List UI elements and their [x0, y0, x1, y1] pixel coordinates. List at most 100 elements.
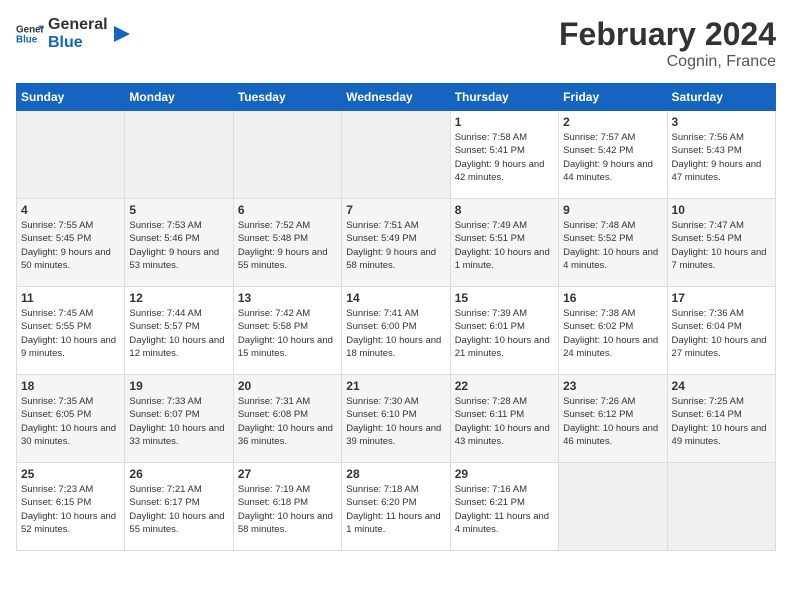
day-info: Sunrise: 7:28 AMSunset: 6:11 PMDaylight:… — [455, 395, 554, 448]
day-number: 15 — [455, 291, 554, 305]
calendar-table: Sunday Monday Tuesday Wednesday Thursday… — [16, 83, 776, 551]
day-number: 7 — [346, 203, 445, 217]
day-number: 1 — [455, 115, 554, 129]
table-row: 16 Sunrise: 7:38 AMSunset: 6:02 PMDayligh… — [559, 287, 667, 375]
calendar-week-row: 18 Sunrise: 7:35 AMSunset: 6:05 PMDayligh… — [17, 375, 776, 463]
day-info: Sunrise: 7:47 AMSunset: 5:54 PMDaylight:… — [672, 219, 771, 272]
day-number: 21 — [346, 379, 445, 393]
day-info: Sunrise: 7:18 AMSunset: 6:20 PMDaylight:… — [346, 483, 445, 536]
day-number: 5 — [129, 203, 228, 217]
day-info: Sunrise: 7:48 AMSunset: 5:52 PMDaylight:… — [563, 219, 662, 272]
day-number: 16 — [563, 291, 662, 305]
table-row: 7Sunrise: 7:51 AMSunset: 5:49 PMDaylight… — [342, 199, 450, 287]
col-wednesday: Wednesday — [342, 84, 450, 111]
table-row: 11 Sunrise: 7:45 AMSunset: 5:55 PMDayligh… — [17, 287, 125, 375]
table-row: 23 Sunrise: 7:26 AMSunset: 6:12 PMDayligh… — [559, 375, 667, 463]
day-info: Sunrise: 7:35 AMSunset: 6:05 PMDaylight:… — [21, 395, 120, 448]
day-number: 27 — [238, 467, 337, 481]
table-row — [342, 111, 450, 199]
table-row: 8 Sunrise: 7:49 AMSunset: 5:51 PMDaylight… — [450, 199, 558, 287]
day-number: 18 — [21, 379, 120, 393]
col-friday: Friday — [559, 84, 667, 111]
day-info: Sunrise: 7:30 AMSunset: 6:10 PMDaylight:… — [346, 395, 445, 448]
day-info: Sunrise: 7:23 AMSunset: 6:15 PMDaylight:… — [21, 483, 120, 536]
day-info: Sunrise: 7:57 AMSunset: 5:42 PMDaylight:… — [563, 131, 662, 184]
day-info: Sunrise: 7:58 AMSunset: 5:41 PMDaylight:… — [455, 131, 554, 184]
day-number: 23 — [563, 379, 662, 393]
day-info: Sunrise: 7:52 AMSunset: 5:48 PMDaylight:… — [238, 219, 337, 272]
logo-icon: General Blue — [16, 20, 44, 48]
calendar-week-row: 25 Sunrise: 7:23 AMSunset: 6:15 PMDayligh… — [17, 463, 776, 551]
table-row: 28 Sunrise: 7:18 AMSunset: 6:20 PMDayligh… — [342, 463, 450, 551]
calendar-week-row: 1 Sunrise: 7:58 AMSunset: 5:41 PMDaylight… — [17, 111, 776, 199]
logo-arrow-icon — [112, 24, 132, 44]
page-header: General Blue General Blue February 2024 … — [16, 16, 776, 71]
table-row: 15 Sunrise: 7:39 AMSunset: 6:01 PMDayligh… — [450, 287, 558, 375]
table-row: 4Sunrise: 7:55 AMSunset: 5:45 PMDaylight… — [17, 199, 125, 287]
table-row — [125, 111, 233, 199]
table-row: 5 Sunrise: 7:53 AMSunset: 5:46 PMDaylight… — [125, 199, 233, 287]
day-number: 12 — [129, 291, 228, 305]
day-number: 24 — [672, 379, 771, 393]
day-info: Sunrise: 7:41 AMSunset: 6:00 PMDaylight:… — [346, 307, 445, 360]
day-number: 22 — [455, 379, 554, 393]
day-info: Sunrise: 7:16 AMSunset: 6:21 PMDaylight:… — [455, 483, 554, 536]
table-row: 10 Sunrise: 7:47 AMSunset: 5:54 PMDayligh… — [667, 199, 775, 287]
day-info: Sunrise: 7:25 AMSunset: 6:14 PMDaylight:… — [672, 395, 771, 448]
calendar-week-row: 11 Sunrise: 7:45 AMSunset: 5:55 PMDayligh… — [17, 287, 776, 375]
day-number: 4 — [21, 203, 120, 217]
col-tuesday: Tuesday — [233, 84, 341, 111]
col-sunday: Sunday — [17, 84, 125, 111]
table-row: 29Sunrise: 7:16 AMSunset: 6:21 PMDayligh… — [450, 463, 558, 551]
day-number: 28 — [346, 467, 445, 481]
col-saturday: Saturday — [667, 84, 775, 111]
day-number: 8 — [455, 203, 554, 217]
table-row: 6 Sunrise: 7:52 AMSunset: 5:48 PMDaylight… — [233, 199, 341, 287]
day-number: 2 — [563, 115, 662, 129]
title-block: February 2024 Cognin, France — [559, 16, 776, 71]
day-info: Sunrise: 7:38 AMSunset: 6:02 PMDaylight:… — [563, 307, 662, 360]
day-info: Sunrise: 7:53 AMSunset: 5:46 PMDaylight:… — [129, 219, 228, 272]
day-info: Sunrise: 7:56 AMSunset: 5:43 PMDaylight:… — [672, 131, 771, 184]
table-row: 25 Sunrise: 7:23 AMSunset: 6:15 PMDayligh… — [17, 463, 125, 551]
day-number: 25 — [21, 467, 120, 481]
table-row: 27 Sunrise: 7:19 AMSunset: 6:18 PMDayligh… — [233, 463, 341, 551]
day-number: 6 — [238, 203, 337, 217]
col-monday: Monday — [125, 84, 233, 111]
day-info: Sunrise: 7:45 AMSunset: 5:55 PMDaylight:… — [21, 307, 120, 360]
table-row: 14 Sunrise: 7:41 AMSunset: 6:00 PMDayligh… — [342, 287, 450, 375]
logo-blue: Blue — [48, 34, 108, 52]
day-number: 17 — [672, 291, 771, 305]
table-row: 21 Sunrise: 7:30 AMSunset: 6:10 PMDayligh… — [342, 375, 450, 463]
day-info: Sunrise: 7:49 AMSunset: 5:51 PMDaylight:… — [455, 219, 554, 272]
table-row: 1 Sunrise: 7:58 AMSunset: 5:41 PMDaylight… — [450, 111, 558, 199]
day-info: Sunrise: 7:44 AMSunset: 5:57 PMDaylight:… — [129, 307, 228, 360]
table-row: 3Sunrise: 7:56 AMSunset: 5:43 PMDaylight… — [667, 111, 775, 199]
logo: General Blue General Blue — [16, 16, 132, 51]
table-row — [667, 463, 775, 551]
day-number: 10 — [672, 203, 771, 217]
day-number: 9 — [563, 203, 662, 217]
day-info: Sunrise: 7:26 AMSunset: 6:12 PMDaylight:… — [563, 395, 662, 448]
day-info: Sunrise: 7:36 AMSunset: 6:04 PMDaylight:… — [672, 307, 771, 360]
day-info: Sunrise: 7:31 AMSunset: 6:08 PMDaylight:… — [238, 395, 337, 448]
logo-general: General — [48, 16, 108, 34]
table-row: 26Sunrise: 7:21 AMSunset: 6:17 PMDayligh… — [125, 463, 233, 551]
table-row: 22 Sunrise: 7:28 AMSunset: 6:11 PMDayligh… — [450, 375, 558, 463]
table-row: 17 Sunrise: 7:36 AMSunset: 6:04 PMDayligh… — [667, 287, 775, 375]
calendar-header-row: Sunday Monday Tuesday Wednesday Thursday… — [17, 84, 776, 111]
day-number: 11 — [21, 291, 120, 305]
calendar-subtitle: Cognin, France — [559, 53, 776, 71]
calendar-week-row: 4Sunrise: 7:55 AMSunset: 5:45 PMDaylight… — [17, 199, 776, 287]
day-number: 14 — [346, 291, 445, 305]
table-row — [17, 111, 125, 199]
table-row: 24 Sunrise: 7:25 AMSunset: 6:14 PMDayligh… — [667, 375, 775, 463]
table-row — [559, 463, 667, 551]
day-info: Sunrise: 7:33 AMSunset: 6:07 PMDaylight:… — [129, 395, 228, 448]
day-info: Sunrise: 7:21 AMSunset: 6:17 PMDaylight:… — [129, 483, 228, 536]
col-thursday: Thursday — [450, 84, 558, 111]
day-info: Sunrise: 7:39 AMSunset: 6:01 PMDaylight:… — [455, 307, 554, 360]
table-row: 2 Sunrise: 7:57 AMSunset: 5:42 PMDaylight… — [559, 111, 667, 199]
day-info: Sunrise: 7:19 AMSunset: 6:18 PMDaylight:… — [238, 483, 337, 536]
table-row: 13Sunrise: 7:42 AMSunset: 5:58 PMDayligh… — [233, 287, 341, 375]
